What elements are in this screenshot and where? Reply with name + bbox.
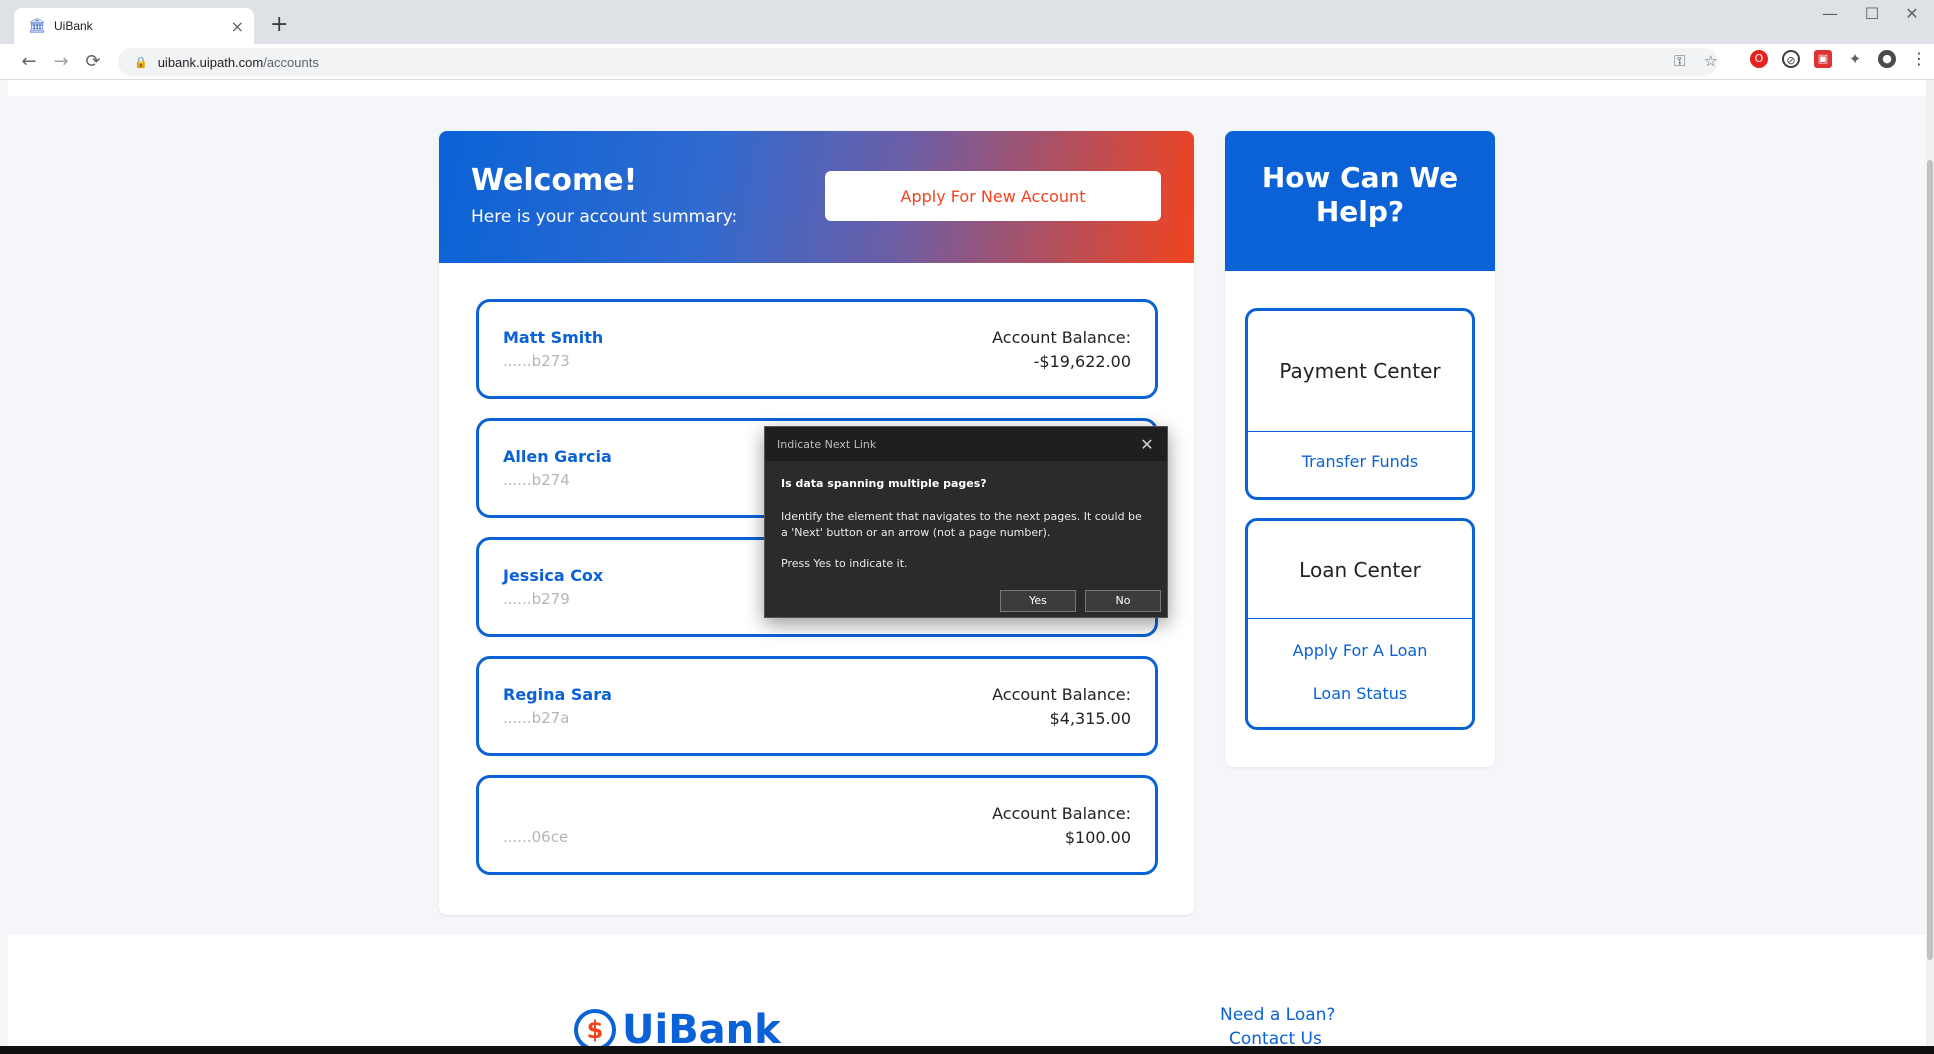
key-icon[interactable]: ⚿ (1674, 52, 1685, 70)
apply-loan-link[interactable]: Apply For A Loan (1248, 641, 1472, 660)
dialog-body: Identify the element that navigates to t… (781, 510, 1142, 539)
account-number: ......b273 (503, 352, 570, 370)
bookmark-star-icon[interactable]: ☆ (1704, 52, 1717, 70)
dialog-close-icon[interactable]: ✕ (1127, 435, 1167, 454)
address-bar[interactable]: 🔒 uibank.uipath.com/accounts ⚿ ☆ (118, 48, 1718, 76)
profile-avatar-icon[interactable]: ● (1878, 50, 1896, 68)
reload-icon[interactable]: ⟳ (80, 49, 106, 75)
dialog-question: Is data spanning multiple pages? (781, 477, 987, 490)
uibank-logo[interactable]: $ UiBank (574, 1007, 781, 1046)
account-holder-name: Jessica Cox (503, 566, 604, 585)
back-icon[interactable]: ← (16, 49, 42, 75)
payment-center-title: Payment Center (1248, 311, 1472, 432)
tab-close-icon[interactable]: × (231, 17, 244, 36)
account-holder-name: Regina Sara (503, 685, 612, 704)
tab-title: UiBank (54, 19, 93, 33)
account-card[interactable]: Matt Smith ......b273 Account Balance: -… (476, 299, 1158, 399)
welcome-subtitle: Here is your account summary: (471, 207, 738, 227)
apply-new-account-button[interactable]: Apply For New Account (825, 171, 1161, 221)
loan-center-box: Loan Center Apply For A Loan Loan Status (1245, 518, 1475, 730)
account-card[interactable]: ......06ce Account Balance: $100.00 (476, 775, 1158, 875)
account-number: ......b274 (503, 471, 570, 489)
maximize-button[interactable]: ☐ (1852, 4, 1892, 23)
block-extension-icon[interactable]: ⊘ (1782, 50, 1800, 68)
indicate-next-link-dialog: Indicate Next Link ✕ Is data spanning mu… (764, 426, 1168, 618)
account-number: ......06ce (503, 828, 569, 846)
scrollbar-thumb[interactable] (1927, 160, 1933, 960)
account-holder-name: Allen Garcia (503, 447, 612, 466)
url-text: uibank.uipath.com/accounts (158, 55, 319, 70)
browser-toolbar: ← → ⟳ 🔒 uibank.uipath.com/accounts ⚿ ☆ (0, 44, 1934, 80)
payment-center-box: Payment Center Transfer Funds (1245, 308, 1475, 500)
os-taskbar (0, 1046, 1934, 1054)
account-balance: $100.00 (1064, 828, 1131, 847)
browser-tab[interactable]: 🏛 UiBank × (14, 8, 254, 44)
welcome-title: Welcome! (471, 163, 638, 198)
account-card[interactable]: Regina Sara ......b27a Account Balance: … (476, 656, 1158, 756)
account-number: ......b279 (503, 590, 570, 608)
dialog-no-button[interactable]: No (1085, 590, 1161, 612)
new-tab-button[interactable]: + (270, 12, 288, 37)
bank-favicon-icon: 🏛 (28, 18, 46, 34)
dollar-badge-icon: $ (574, 1009, 616, 1046)
lock-icon: 🔒 (134, 55, 148, 69)
contact-us-link[interactable]: Contact Us (1229, 1029, 1322, 1046)
loan-status-link[interactable]: Loan Status (1248, 684, 1472, 703)
transfer-funds-link[interactable]: Transfer Funds (1248, 452, 1472, 471)
url-path: /accounts (263, 54, 319, 70)
screen-extension-icon[interactable]: ▣ (1814, 50, 1832, 68)
opera-extension-icon[interactable]: O (1750, 50, 1768, 68)
site-footer: $ UiBank Need a Loan? Contact Us (8, 935, 1926, 1046)
welcome-banner: Welcome! Here is your account summary: A… (439, 131, 1194, 263)
forward-icon[interactable]: → (48, 49, 74, 75)
help-title: How Can We Help? (1225, 131, 1495, 271)
need-loan-link[interactable]: Need a Loan? (1220, 1005, 1335, 1025)
help-card: How Can We Help? Payment Center Transfer… (1225, 131, 1495, 767)
account-balance: $4,315.00 (1049, 709, 1131, 728)
dialog-titlebar: Indicate Next Link ✕ (765, 427, 1167, 461)
dialog-title: Indicate Next Link (777, 437, 877, 451)
account-balance-label: Account Balance: (992, 685, 1131, 704)
window-close-button[interactable]: ✕ (1892, 4, 1932, 23)
site-topbar (8, 80, 1926, 96)
account-balance-label: Account Balance: (992, 328, 1131, 347)
account-balance-label: Account Balance: (992, 804, 1131, 823)
dialog-instruction: Press Yes to indicate it. (781, 557, 908, 570)
account-number: ......b27a (503, 709, 570, 727)
extensions-puzzle-icon[interactable]: ✦ (1846, 50, 1864, 68)
browser-tabstrip: 🏛 UiBank × + — ☐ ✕ (0, 0, 1934, 44)
url-host: uibank.uipath.com (157, 54, 264, 70)
account-balance: -$19,622.00 (1033, 352, 1131, 371)
minimize-button[interactable]: — (1810, 4, 1850, 23)
logo-text: UiBank (622, 1007, 781, 1046)
loan-center-title: Loan Center (1248, 521, 1472, 619)
menu-kebab-icon[interactable]: ⋮ (1910, 50, 1928, 68)
account-holder-name: Matt Smith (503, 328, 604, 347)
dialog-yes-button[interactable]: Yes (1000, 590, 1076, 612)
